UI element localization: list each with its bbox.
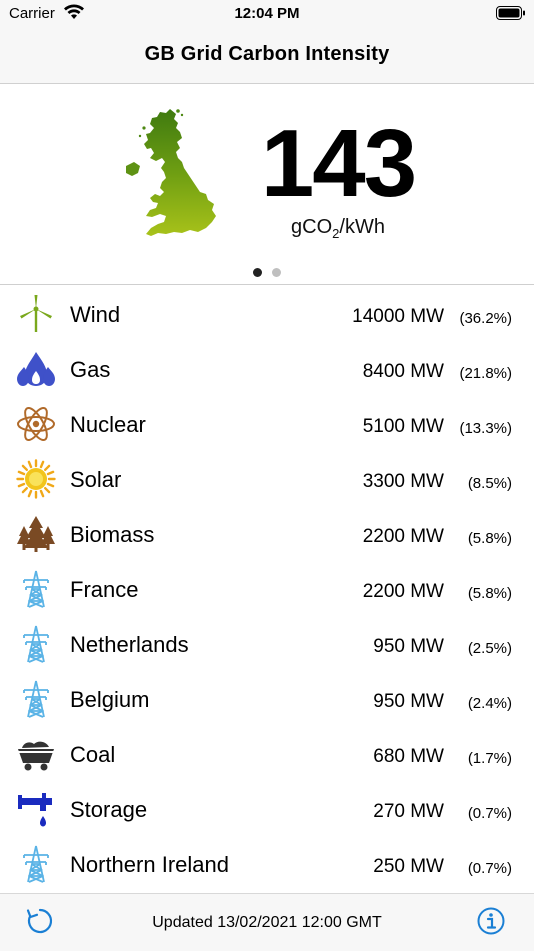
pylon-icon <box>16 679 56 719</box>
info-icon[interactable] <box>476 906 506 936</box>
source-output: 270 MW <box>373 801 444 822</box>
source-share: (13.3%) <box>459 420 512 437</box>
source-output: 950 MW <box>373 691 444 712</box>
source-output: 250 MW <box>373 856 444 877</box>
source-row-northern-ireland[interactable]: Northern Ireland 250 MW (0.7%) <box>0 840 534 895</box>
source-row-netherlands[interactable]: Netherlands 950 MW (2.5%) <box>0 620 534 675</box>
source-name: Coal <box>70 742 116 767</box>
bottom-toolbar: Updated 13/02/2021 12:00 GMT <box>0 893 534 951</box>
source-name: Belgium <box>70 687 150 712</box>
source-name: Northern Ireland <box>70 852 229 877</box>
source-share: (36.2%) <box>459 310 512 327</box>
source-output: 14000 MW <box>352 306 444 327</box>
page-title: GB Grid Carbon Intensity <box>144 43 390 65</box>
pylon-icon <box>16 624 56 664</box>
source-name: Solar <box>70 467 122 492</box>
generation-list: Wind 14000 MW (36.2%) Gas 8400 MW (21.8%) Nucl… <box>0 290 534 895</box>
source-name: France <box>70 577 139 602</box>
pylon-icon <box>16 569 56 609</box>
source-output: 2200 MW <box>362 526 444 547</box>
source-name: Storage <box>70 797 148 822</box>
source-name: Nuclear <box>70 412 146 437</box>
source-row-france[interactable]: France 2200 MW (5.8%) <box>0 565 534 620</box>
source-share: (0.7%) <box>467 860 512 877</box>
source-row-gas[interactable]: Gas 8400 MW (21.8%) <box>0 345 534 400</box>
source-output: 5100 MW <box>362 416 444 437</box>
source-share: (5.8%) <box>467 585 512 602</box>
carbon-intensity-unit: gCO2/kWh <box>291 216 385 241</box>
atom-icon <box>16 404 56 444</box>
source-row-nuclear[interactable]: Nuclear 5100 MW (13.3%) <box>0 400 534 455</box>
source-name: Biomass <box>70 522 155 547</box>
source-row-belgium[interactable]: Belgium 950 MW (2.4%) <box>0 675 534 730</box>
source-output: 8400 MW <box>362 361 444 382</box>
intensity-panel[interactable]: 143 gCO2/kWh <box>0 84 534 285</box>
last-updated-label: Updated 13/02/2021 12:00 GMT <box>152 914 382 931</box>
navigation-bar: GB Grid Carbon Intensity <box>0 28 534 84</box>
gas-flame-icon <box>16 349 56 389</box>
source-share: (1.7%) <box>467 750 512 767</box>
trees-icon <box>16 514 56 554</box>
source-share: (2.5%) <box>467 640 512 657</box>
source-row-wind[interactable]: Wind 14000 MW (36.2%) <box>0 290 534 345</box>
coal-cart-icon <box>16 734 56 774</box>
wind-turbine-icon <box>16 294 56 334</box>
page-dot[interactable] <box>272 268 281 277</box>
water-tap-icon <box>16 789 56 829</box>
battery-icon <box>496 6 526 26</box>
source-output: 2200 MW <box>362 581 444 602</box>
uk-map-icon <box>120 106 220 261</box>
source-row-storage[interactable]: Storage 270 MW (0.7%) <box>0 785 534 840</box>
source-share: (0.7%) <box>467 805 512 822</box>
page-dot[interactable] <box>253 268 262 277</box>
source-row-solar[interactable]: Solar 3300 MW (8.5%) <box>0 455 534 510</box>
source-share: (8.5%) <box>467 475 512 492</box>
source-row-biomass[interactable]: Biomass 2200 MW (5.8%) <box>0 510 534 565</box>
source-share: (5.8%) <box>467 530 512 547</box>
source-name: Wind <box>70 302 121 327</box>
source-name: Gas <box>70 357 111 382</box>
page-control[interactable] <box>0 264 534 282</box>
sun-icon <box>16 459 56 499</box>
source-share: (21.8%) <box>459 365 512 382</box>
source-output: 3300 MW <box>362 471 444 492</box>
source-share: (2.4%) <box>467 695 512 712</box>
source-output: 680 MW <box>373 746 444 767</box>
pylon-icon <box>16 844 56 884</box>
status-bar: Carrier 12:04 PM <box>0 0 534 28</box>
source-name: Netherlands <box>70 632 189 657</box>
source-row-coal[interactable]: Coal 680 MW (1.7%) <box>0 730 534 785</box>
source-output: 950 MW <box>373 636 444 657</box>
carbon-intensity-value: 143 <box>260 110 417 217</box>
status-time: 12:04 PM <box>234 5 300 22</box>
